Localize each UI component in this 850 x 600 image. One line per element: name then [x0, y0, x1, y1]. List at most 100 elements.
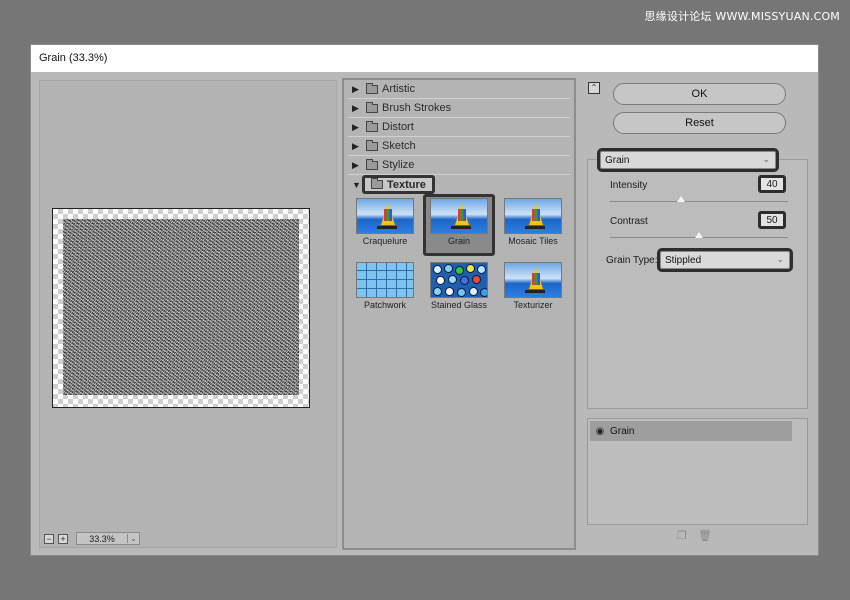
category-label: Sketch: [382, 140, 416, 152]
category-texture-highlight: Texture: [362, 175, 435, 194]
filter-grain[interactable]: Grain: [423, 194, 495, 256]
effect-layers-panel: ◉ Grain: [587, 418, 808, 525]
grain-type-value: Stippled: [665, 254, 702, 266]
triangle-right-icon: ▶: [352, 159, 359, 170]
preview-canvas: [52, 208, 310, 408]
mosaic-tiles-thumbnail: [504, 198, 562, 234]
reset-button[interactable]: Reset: [613, 112, 786, 134]
filter-gallery: ▶ Artistic ▶ Brush Strokes ▶ Distort ▶ S…: [342, 78, 576, 550]
category-label: Stylize: [382, 159, 415, 171]
contrast-input[interactable]: 50: [758, 211, 786, 229]
category-stylize[interactable]: ▶ Stylize: [348, 156, 570, 175]
filter-label: Grain: [447, 236, 470, 246]
category-distort[interactable]: ▶ Distort: [348, 118, 570, 137]
glass-cell: [455, 266, 464, 275]
filter-mosaic-tiles[interactable]: Mosaic Tiles: [497, 198, 569, 256]
glass-cell: [444, 264, 453, 273]
intensity-input[interactable]: 40: [758, 175, 786, 193]
glass-cell: [433, 287, 442, 296]
new-effect-layer-icon[interactable]: ❐: [677, 531, 688, 542]
ok-button[interactable]: OK: [613, 83, 786, 105]
sail-stripes: [532, 209, 540, 221]
boat-hull: [525, 290, 545, 293]
triangle-right-icon: ▶: [352, 102, 359, 113]
glass-cell: [445, 287, 454, 296]
zoom-out-button[interactable]: −: [44, 533, 54, 544]
filter-patchwork[interactable]: Patchwork: [349, 262, 421, 310]
category-artistic[interactable]: ▶ Artistic: [348, 80, 570, 99]
watermark: 思缘设计论坛 WWW.MISSYUAN.COM: [644, 10, 840, 23]
intensity-label: Intensity: [610, 180, 647, 191]
glass-cell: [457, 288, 466, 297]
contrast-label-text: Contrast: [610, 216, 648, 227]
folder-icon: [366, 120, 378, 132]
glass-cell: [460, 276, 469, 285]
glass-cell: [469, 287, 478, 296]
folder-open-icon: [371, 178, 383, 189]
patchwork-thumbnail: [356, 262, 414, 298]
contrast-slider-thumb[interactable]: [695, 232, 703, 238]
boat-hull: [451, 226, 471, 229]
filter-gallery-dialog: Grain (33.3%) − + 33.3% ⌄ ▶ Artistic ▶ B…: [30, 44, 819, 556]
dialog-title: Grain (33.3%): [31, 45, 818, 72]
category-texture[interactable]: ▼ Texture: [348, 175, 570, 194]
intensity-label-text: Intensity: [610, 180, 648, 191]
chevron-down-icon: ⌄: [127, 534, 139, 543]
effect-layer-label: Grain: [610, 425, 635, 437]
category-label: Texture: [387, 178, 426, 191]
filter-label: Patchwork: [363, 300, 407, 310]
glass-cell: [477, 265, 486, 274]
zoom-controls: − + 33.3% ⌄: [44, 532, 140, 545]
category-sketch[interactable]: ▶ Sketch: [348, 137, 570, 156]
filter-label: Stained Glass: [430, 300, 488, 310]
chevron-down-icon: ⌄: [762, 154, 770, 164]
sail-stripes: [458, 209, 466, 221]
filter-label: Craquelure: [362, 236, 408, 246]
glass-cell: [433, 265, 442, 274]
filter-settings-panel: Grain ⌄ Intensity 40 Contrast 50 Grain T…: [587, 148, 808, 409]
sail-stripes: [384, 209, 392, 221]
double-chevron-up-icon: ⌃: [590, 83, 598, 92]
folder-icon: [366, 101, 378, 113]
boat-hull: [525, 226, 545, 229]
triangle-down-icon: ▼: [352, 179, 361, 190]
effect-layer-row[interactable]: ◉ Grain: [590, 421, 792, 441]
grain-thumbnail: [430, 198, 488, 234]
intensity-slider-thumb[interactable]: [677, 196, 686, 202]
trash-icon[interactable]: 🗑: [698, 531, 712, 542]
filter-craquelure[interactable]: Craquelure: [349, 198, 421, 256]
layer-actions: ❐ 🗑: [677, 531, 712, 542]
glass-cell: [472, 275, 481, 284]
collapse-gallery-button[interactable]: ⌃: [588, 82, 600, 94]
sail-stripes: [532, 273, 540, 285]
intensity-slider-track[interactable]: [610, 201, 788, 202]
filter-texturizer[interactable]: Texturizer: [497, 262, 569, 310]
filter-label: Mosaic Tiles: [508, 236, 558, 246]
grain-preview-image: [63, 219, 299, 395]
stained-glass-thumbnail: [430, 262, 488, 298]
boat-hull: [377, 226, 397, 229]
zoom-in-button[interactable]: +: [58, 533, 68, 544]
triangle-right-icon: ▶: [352, 140, 359, 151]
grain-type-select[interactable]: Stippled ⌄: [657, 248, 793, 272]
category-label: Brush Strokes: [382, 102, 452, 114]
filter-stained-glass[interactable]: Stained Glass: [423, 262, 495, 310]
contrast-label: Contrast: [610, 216, 648, 227]
filter-select[interactable]: Grain ⌄: [597, 148, 779, 172]
preview-area[interactable]: [40, 81, 320, 536]
folder-icon: [366, 158, 378, 170]
category-label: Distort: [382, 121, 414, 133]
folder-icon: [366, 82, 378, 94]
zoom-select[interactable]: 33.3% ⌄: [76, 532, 140, 545]
glass-cell: [480, 288, 487, 297]
zoom-value: 33.3%: [89, 533, 115, 544]
filter-select-value: Grain: [605, 154, 630, 166]
category-label: Artistic: [382, 83, 415, 95]
chevron-down-icon: ⌄: [776, 254, 784, 264]
category-brush-strokes[interactable]: ▶ Brush Strokes: [348, 99, 570, 118]
texturizer-thumbnail: [504, 262, 562, 298]
eye-icon[interactable]: ◉: [590, 426, 610, 437]
glass-cell: [448, 275, 457, 284]
triangle-right-icon: ▶: [352, 121, 359, 132]
grain-type-label: Grain Type:: [606, 255, 658, 266]
